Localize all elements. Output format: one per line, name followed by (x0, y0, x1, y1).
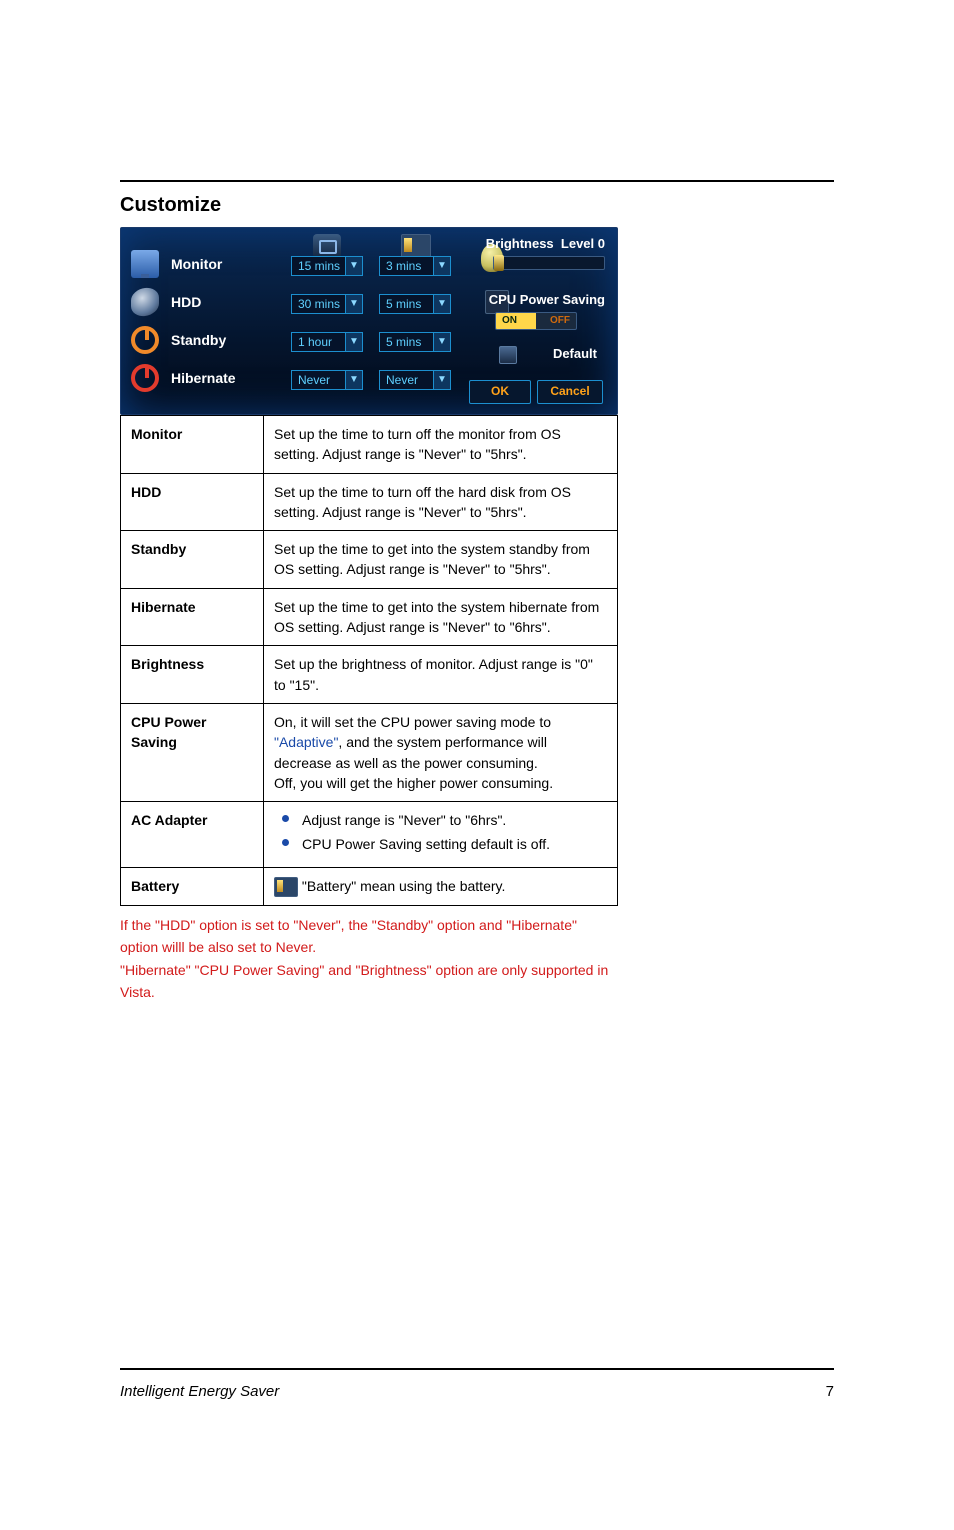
row-standby-desc: Set up the time to get into the system s… (264, 531, 618, 589)
hibernate-icon (131, 364, 159, 392)
cpu-power-saving-label: CPU Power Saving (489, 292, 605, 307)
standby-bat-select[interactable]: 5 mins▼ (379, 332, 451, 352)
default-checkbox[interactable] (499, 346, 517, 364)
monitor-ac-select[interactable]: 15 mins▼ (291, 256, 363, 276)
cpu-power-saving-toggle[interactable]: ON OFF (495, 312, 577, 330)
row-standby-label: Standby (121, 531, 264, 589)
default-label: Default (553, 346, 597, 361)
row-hibernate-label: Hibernate (121, 588, 264, 646)
row-brightness-label: Brightness (121, 646, 264, 704)
chevron-down-icon: ▼ (345, 371, 362, 389)
row-ac-desc: Adjust range is "Never" to "6hrs". CPU P… (264, 802, 618, 868)
brightness-slider[interactable] (493, 256, 605, 270)
standby-ac-select[interactable]: 1 hour▼ (291, 332, 363, 352)
standby-label: Standby (171, 332, 226, 348)
row-cpu-desc: On, it will set the CPU power saving mod… (264, 703, 618, 801)
brightness-label: Brightness Level 0 (486, 236, 605, 251)
hibernate-label: Hibernate (171, 370, 236, 386)
ok-button[interactable]: OK (469, 380, 531, 404)
chevron-down-icon: ▼ (345, 333, 362, 351)
row-brightness-desc: Set up the brightness of monitor. Adjust… (264, 646, 618, 704)
customize-panel: Brightness Level 0 CPU Power Saving ON O… (120, 227, 618, 415)
footer-title: Intelligent Energy Saver (120, 1383, 279, 1400)
chevron-down-icon: ▼ (433, 257, 450, 275)
hdd-ac-select[interactable]: 30 mins▼ (291, 294, 363, 314)
page-number: 7 (826, 1383, 834, 1400)
row-battery-label: Battery (121, 867, 264, 905)
hibernate-ac-select[interactable]: Never▼ (291, 370, 363, 390)
hdd-bat-select[interactable]: 5 mins▼ (379, 294, 451, 314)
battery-icon (274, 877, 298, 897)
chevron-down-icon: ▼ (345, 257, 362, 275)
hibernate-bat-select[interactable]: Never▼ (379, 370, 451, 390)
chevron-down-icon: ▼ (433, 295, 450, 313)
row-battery-desc: "Battery" mean using the battery. (264, 867, 618, 905)
footnote: If the "HDD" option is set to "Never", t… (120, 914, 618, 1004)
section-title: Customize (120, 194, 834, 217)
row-hibernate-desc: Set up the time to get into the system h… (264, 588, 618, 646)
row-hdd-label: HDD (121, 473, 264, 531)
row-ac-label: AC Adapter (121, 802, 264, 868)
row-monitor-label: Monitor (121, 416, 264, 474)
row-monitor-desc: Set up the time to turn off the monitor … (264, 416, 618, 474)
ac-adapter-icon (313, 234, 341, 258)
cancel-button[interactable]: Cancel (537, 380, 603, 404)
chevron-down-icon: ▼ (433, 371, 450, 389)
row-hdd-desc: Set up the time to turn off the hard dis… (264, 473, 618, 531)
row-cpu-label: CPU Power Saving (121, 703, 264, 801)
chevron-down-icon: ▼ (345, 295, 362, 313)
hdd-label: HDD (171, 294, 201, 310)
chevron-down-icon: ▼ (433, 333, 450, 351)
description-table: MonitorSet up the time to turn off the m… (120, 415, 618, 906)
monitor-label: Monitor (171, 256, 222, 272)
monitor-bat-select[interactable]: 3 mins▼ (379, 256, 451, 276)
monitor-icon (131, 250, 159, 278)
hdd-icon (131, 287, 159, 318)
standby-icon (131, 326, 159, 354)
